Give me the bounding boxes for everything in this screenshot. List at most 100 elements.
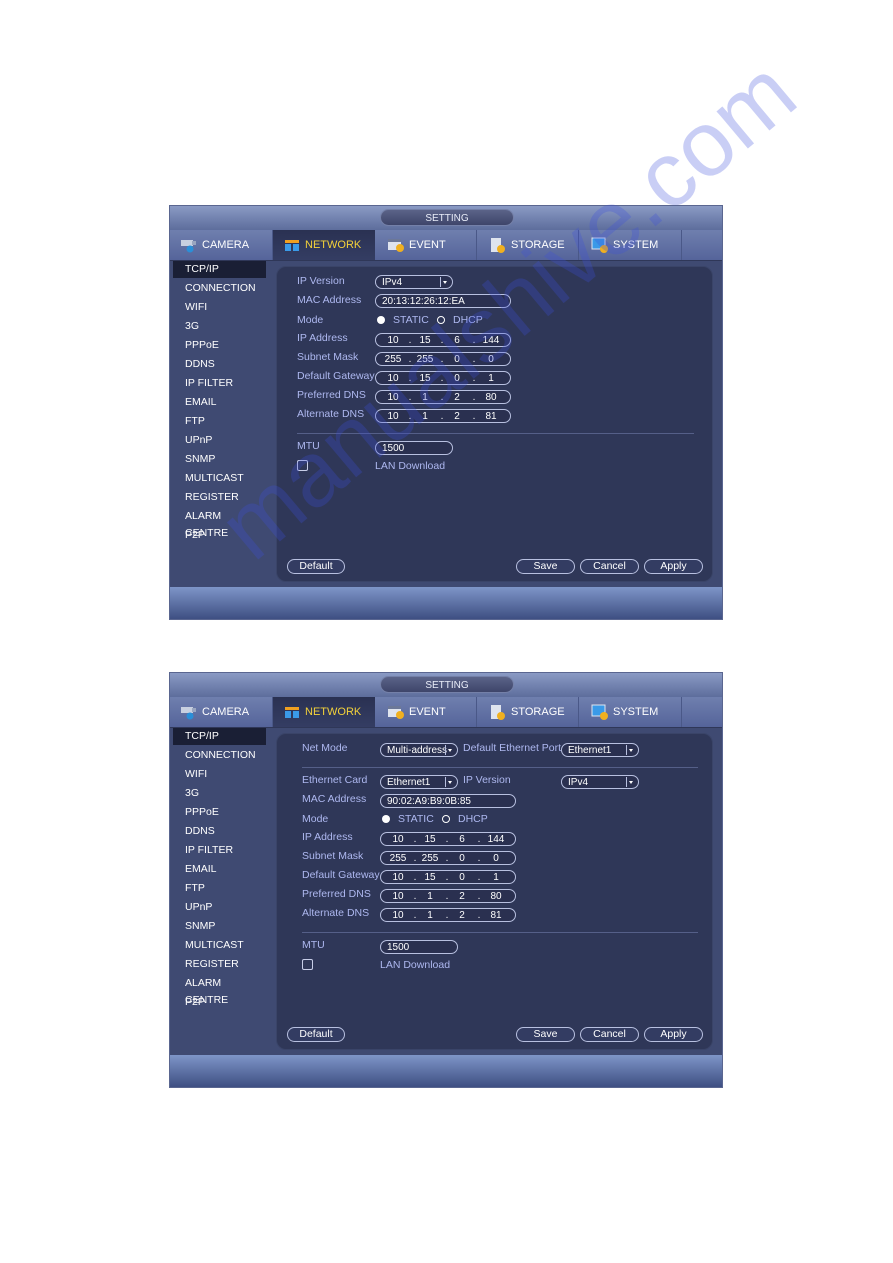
octet: 6 (459, 834, 465, 845)
sidebar-item-multicast[interactable]: MULTICAST (173, 470, 266, 487)
sidebar-item-alarm-centre[interactable]: ALARM CENTRE (173, 508, 266, 539)
octet: 1 (427, 910, 433, 921)
sidebar-item-3g[interactable]: 3G (173, 785, 266, 802)
lan-download-checkbox[interactable] (302, 959, 313, 970)
divider (302, 932, 698, 933)
tab-network[interactable]: NETWORK (273, 697, 375, 727)
ethernet-card-label: Ethernet Card (302, 774, 368, 786)
mode-static-radio[interactable] (382, 815, 390, 823)
alternate-dns-field[interactable]: 10. 1. 2. 81 (380, 908, 516, 922)
octet: 15 (424, 872, 436, 883)
apply-button[interactable]: Apply (644, 559, 703, 574)
alternate-dns-field[interactable]: 10. 1. 2. 81 (375, 409, 511, 423)
cancel-button[interactable]: Cancel (580, 1027, 639, 1042)
lan-download-checkbox[interactable] (297, 460, 308, 471)
octet: 1 (493, 872, 499, 883)
sidebar-item-pppoe[interactable]: PPPoE (173, 337, 266, 354)
net-mode-label: Net Mode (302, 742, 348, 754)
ip-address-field[interactable]: 10. 15. 6. 144 (375, 333, 511, 347)
sidebar-item-ip-filter[interactable]: IP FILTER (173, 842, 266, 859)
sidebar-item-email[interactable]: EMAIL (173, 861, 266, 878)
sidebar-item-p2p[interactable]: P2P (173, 994, 266, 1011)
title-bar: SETTING (170, 673, 722, 697)
default-ethernet-port-select[interactable]: Ethernet1 (561, 743, 639, 757)
tab-event[interactable]: EVENT (375, 697, 477, 727)
ip-address-label: IP Address (302, 831, 353, 843)
ip-version-select[interactable]: IPv4 (561, 775, 639, 789)
sidebar-item-register[interactable]: REGISTER (173, 956, 266, 973)
octet: 0 (488, 354, 494, 365)
sidebar-item-snmp[interactable]: SNMP (173, 451, 266, 468)
ip-address-field[interactable]: 10. 15. 6. 144 (380, 832, 516, 846)
mac-address-field[interactable]: 90:02:A9:B9:0B:85 (380, 794, 516, 808)
sidebar-item-p2p[interactable]: P2P (173, 527, 266, 544)
divider (297, 433, 694, 434)
network-icon (283, 704, 301, 720)
sidebar: TCP/IP CONNECTION WIFI 3G PPPoE DDNS IP … (170, 261, 274, 589)
sidebar-item-connection[interactable]: CONNECTION (173, 280, 266, 297)
ethernet-card-select[interactable]: Ethernet1 (380, 775, 458, 789)
sidebar-item-ftp[interactable]: FTP (173, 880, 266, 897)
octet: 15 (419, 335, 431, 346)
tab-storage[interactable]: STORAGE (477, 230, 579, 260)
camera-icon (180, 237, 198, 253)
mode-dhcp-radio[interactable] (442, 815, 450, 823)
sidebar-item-ip-filter[interactable]: IP FILTER (173, 375, 266, 392)
sidebar-item-snmp[interactable]: SNMP (173, 918, 266, 935)
default-gateway-field[interactable]: 10. 15. 0. 1 (380, 870, 516, 884)
tab-system[interactable]: SYSTEM (579, 230, 682, 260)
mtu-field[interactable]: 1500 (380, 940, 458, 954)
sidebar-item-email[interactable]: EMAIL (173, 394, 266, 411)
sidebar-item-multicast[interactable]: MULTICAST (173, 937, 266, 954)
tab-camera[interactable]: CAMERA (170, 697, 273, 727)
octet: 10 (387, 411, 399, 422)
tab-event[interactable]: EVENT (375, 230, 477, 260)
net-mode-select[interactable]: Multi-address (380, 743, 458, 757)
sidebar-item-3g[interactable]: 3G (173, 318, 266, 335)
ip-version-select[interactable]: IPv4 (375, 275, 453, 289)
sidebar-item-pppoe[interactable]: PPPoE (173, 804, 266, 821)
sidebar-item-tcpip[interactable]: TCP/IP (173, 261, 266, 278)
sidebar-item-wifi[interactable]: WIFI (173, 299, 266, 316)
save-button[interactable]: Save (516, 559, 575, 574)
preferred-dns-label: Preferred DNS (302, 888, 371, 900)
default-button[interactable]: Default (287, 1027, 345, 1042)
main-tabs: CAMERA NETWORK EVENT STORAGE SYSTEM (170, 697, 722, 728)
save-button[interactable]: Save (516, 1027, 575, 1042)
sidebar-item-upnp[interactable]: UPnP (173, 432, 266, 449)
tab-label: STORAGE (511, 706, 565, 718)
sidebar-item-ftp[interactable]: FTP (173, 413, 266, 430)
storage-icon (489, 237, 507, 253)
sidebar-item-connection[interactable]: CONNECTION (173, 747, 266, 764)
sidebar-item-upnp[interactable]: UPnP (173, 899, 266, 916)
sidebar-item-wifi[interactable]: WIFI (173, 766, 266, 783)
network-icon (283, 237, 301, 253)
sidebar-item-tcpip[interactable]: TCP/IP (173, 728, 266, 745)
sidebar-item-ddns[interactable]: DDNS (173, 823, 266, 840)
tab-storage[interactable]: STORAGE (477, 697, 579, 727)
window-title: SETTING (380, 209, 514, 226)
default-button[interactable]: Default (287, 559, 345, 574)
default-gateway-label: Default Gateway (302, 869, 380, 881)
cancel-button[interactable]: Cancel (580, 559, 639, 574)
octet: 1 (427, 891, 433, 902)
tab-system[interactable]: SYSTEM (579, 697, 682, 727)
sidebar-item-ddns[interactable]: DDNS (173, 356, 266, 373)
mode-dhcp-radio[interactable] (437, 316, 445, 324)
tab-network[interactable]: NETWORK (273, 230, 375, 260)
mode-static-radio[interactable] (377, 316, 385, 324)
mac-address-field[interactable]: 20:13:12:26:12:EA (375, 294, 511, 308)
octet: 255 (389, 853, 407, 864)
tab-camera[interactable]: CAMERA (170, 230, 273, 260)
apply-button[interactable]: Apply (644, 1027, 703, 1042)
default-gateway-field[interactable]: 10. 15. 0. 1 (375, 371, 511, 385)
sidebar-item-register[interactable]: REGISTER (173, 489, 266, 506)
octet: 1 (488, 373, 494, 384)
default-gateway-label: Default Gateway (297, 370, 375, 382)
mtu-field[interactable]: 1500 (375, 441, 453, 455)
preferred-dns-field[interactable]: 10. 1. 2. 80 (375, 390, 511, 404)
preferred-dns-field[interactable]: 10. 1. 2. 80 (380, 889, 516, 903)
subnet-mask-field[interactable]: 255. 255. 0. 0 (380, 851, 516, 865)
subnet-mask-field[interactable]: 255. 255. 0. 0 (375, 352, 511, 366)
sidebar-item-alarm-centre[interactable]: ALARM CENTRE (173, 975, 266, 1006)
